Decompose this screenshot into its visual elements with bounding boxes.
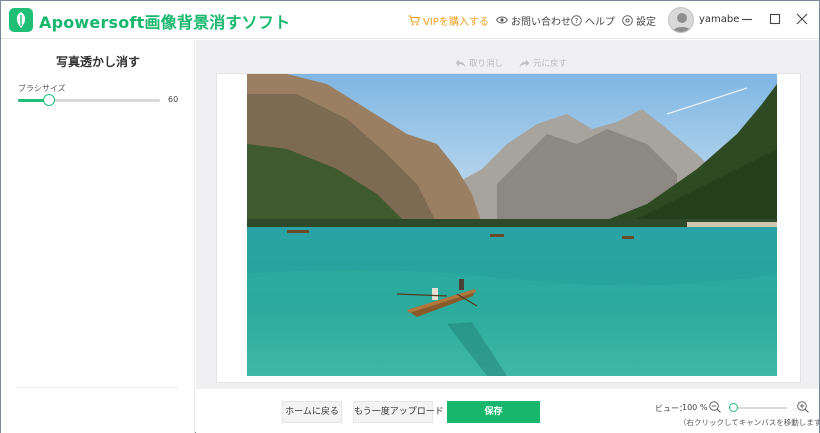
zoom-value: 100 %	[682, 403, 708, 412]
settings-label: 設定	[636, 16, 656, 28]
canvas-area: 取り消し 元に戻す	[196, 40, 819, 389]
undo-button[interactable]: 取り消し	[455, 57, 503, 69]
tool-panel: 写真透かし消す ブラシサイズ 60	[1, 40, 195, 433]
image-canvas[interactable]	[216, 73, 801, 383]
gear-icon	[622, 14, 633, 26]
brush-size-label: ブラシサイズ	[18, 84, 66, 93]
vip-purchase-button[interactable]: VIPを購入する	[408, 13, 489, 28]
avatar[interactable]	[668, 7, 694, 33]
bottom-toolbar: ホームに戻る もう一度アップロード 保存 ビュー： 100 % （右クリックして…	[196, 389, 820, 433]
close-icon[interactable]	[794, 11, 810, 27]
redo-button[interactable]: 元に戻す	[519, 57, 567, 69]
brush-size-thumb[interactable]	[43, 94, 55, 106]
help-button[interactable]: ? ヘルプ	[571, 13, 615, 28]
redo-label: 元に戻す	[533, 59, 568, 69]
reupload-button[interactable]: もう一度アップロード	[353, 401, 444, 423]
contact-label: お問い合わせ	[511, 16, 571, 28]
title-bar: Apowersoft画像背景消すソフト VIPを購入する お問い合わせ ? ヘル…	[1, 1, 819, 39]
contact-button[interactable]: お問い合わせ	[496, 13, 571, 28]
brush-size-value: 60	[168, 95, 179, 104]
zoom-in-icon[interactable]	[796, 400, 810, 414]
photo-image[interactable]	[247, 74, 777, 376]
panel-title: 写真透かし消す	[55, 55, 140, 69]
app-title: Apowersoft画像背景消すソフト	[39, 13, 291, 32]
brush-size-slider[interactable]	[18, 94, 160, 106]
zoom-out-icon[interactable]	[708, 400, 722, 414]
settings-button[interactable]: 設定	[622, 13, 656, 28]
save-button[interactable]: 保存	[447, 401, 540, 423]
username[interactable]: yamabe	[699, 14, 739, 25]
zoom-slider-thumb[interactable]	[729, 403, 738, 412]
question-icon: ?	[571, 14, 582, 26]
cart-icon	[408, 14, 420, 25]
pan-hint: （右クリックしてキャンバスを移動します）	[679, 418, 820, 427]
minimize-icon[interactable]	[739, 11, 755, 27]
maximize-icon[interactable]	[767, 11, 783, 27]
undo-arrow-icon	[455, 59, 466, 67]
vip-purchase-label: VIPを購入する	[423, 16, 489, 28]
redo-arrow-icon	[519, 59, 530, 67]
panel-divider	[18, 387, 178, 388]
app-logo-icon	[9, 8, 33, 32]
home-button[interactable]: ホームに戻る	[282, 401, 342, 423]
zoom-slider[interactable]	[729, 403, 787, 412]
svg-text:?: ?	[575, 17, 579, 25]
undo-label: 取り消し	[469, 59, 504, 69]
eye-icon	[496, 16, 508, 24]
help-label: ヘルプ	[585, 16, 615, 28]
